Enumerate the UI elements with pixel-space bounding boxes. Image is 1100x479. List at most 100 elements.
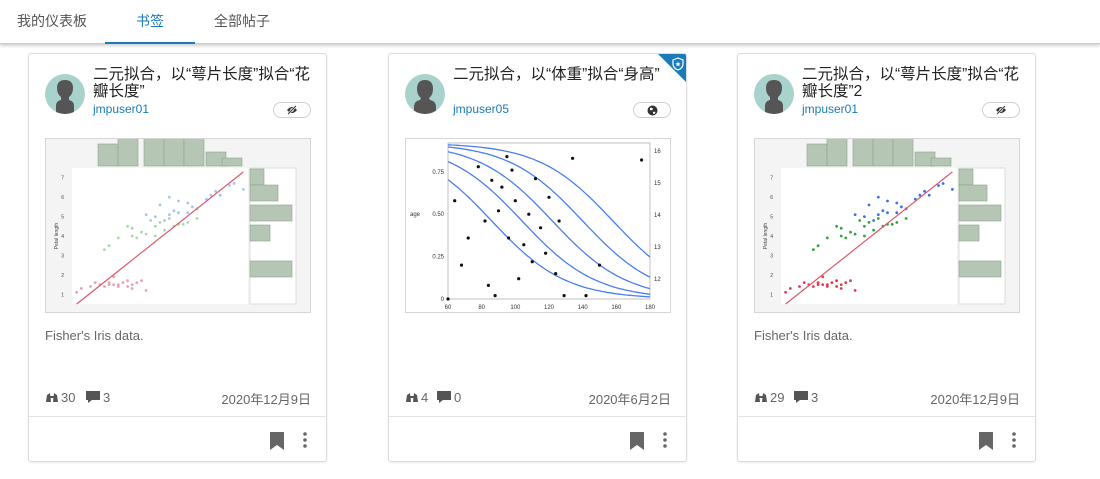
bookmark-icon[interactable]: [629, 432, 645, 450]
avatar-male[interactable]: [405, 74, 445, 114]
histogram-bar: [872, 139, 894, 167]
comments-stat: 0: [436, 389, 461, 405]
data-point: [116, 236, 120, 240]
data-point: [79, 287, 83, 290]
histogram-bar: [958, 224, 980, 242]
iris-chart-2: 1 2 3 4 5 6 7 Petal length: [755, 139, 1019, 312]
data-point: [126, 285, 129, 288]
comment-icon: [794, 391, 808, 403]
data-point: [849, 230, 852, 234]
data-point: [490, 178, 494, 182]
data-point: [195, 217, 199, 220]
data-point: [844, 236, 848, 240]
histogram-bar: [97, 143, 119, 167]
y-tick-label: 1: [61, 292, 64, 298]
data-point: [872, 228, 875, 232]
data-point: [844, 281, 848, 284]
data-point: [154, 215, 157, 218]
avatar-female[interactable]: [45, 74, 85, 114]
bookmark-icon[interactable]: [269, 432, 285, 450]
data-point: [867, 221, 871, 224]
post-author-link[interactable]: jmpuser01: [802, 102, 858, 116]
data-point: [839, 234, 843, 238]
data-point: [126, 224, 129, 228]
post-author-link[interactable]: jmpuser05: [453, 102, 509, 116]
data-point: [557, 219, 561, 223]
x-tick-label: 100: [510, 305, 521, 311]
data-point: [895, 211, 899, 215]
data-point: [130, 283, 134, 286]
post-date: 2020年12月9日: [221, 392, 311, 407]
histogram-bar: [249, 224, 271, 242]
data-point: [163, 228, 166, 232]
data-point: [825, 236, 829, 240]
data-point: [116, 285, 120, 288]
y-tick-label: 1: [770, 292, 773, 298]
data-point: [951, 188, 954, 191]
post-card[interactable]: 二元拟合，以“萼片长度”拟合“花瓣长度”2 jmpuser01 1 2 3 4 5 6 7 P…: [737, 53, 1036, 462]
data-point: [144, 213, 148, 216]
y2-tick-label: 16: [654, 149, 661, 155]
y-tick-label: 3: [770, 253, 773, 259]
y-tick-label: 2: [61, 273, 64, 279]
more-options-icon[interactable]: [660, 431, 670, 449]
y-tick-label: 3: [61, 253, 64, 259]
data-point: [154, 234, 157, 238]
more-options-icon[interactable]: [300, 431, 310, 449]
data-point: [232, 182, 236, 185]
tab-bookmarks[interactable]: 书签: [105, 0, 195, 44]
post-thumbnail[interactable]: 1 2 3 4 5 6 7 Petal length: [754, 138, 1020, 313]
data-point: [154, 224, 157, 228]
histogram-bar: [806, 143, 828, 167]
data-point: [513, 199, 517, 203]
tab-my-dashboard[interactable]: 我的仪表板: [0, 0, 104, 44]
histogram-bar: [958, 260, 1002, 278]
bookmark-icon[interactable]: [978, 432, 994, 450]
post-title[interactable]: 二元拟合，以“萼片长度”拟合“花瓣长度”2: [802, 66, 1026, 100]
visibility-pill: [633, 102, 671, 118]
data-point: [533, 177, 538, 181]
data-point: [93, 281, 97, 284]
more-options-icon[interactable]: [1009, 431, 1019, 449]
comments-count: 3: [811, 389, 819, 405]
data-point: [242, 188, 245, 191]
post-title[interactable]: 二元拟合，以“体重”拟合“身高”: [453, 66, 677, 83]
y-tick-label: 0.25: [432, 255, 444, 261]
data-point: [130, 234, 134, 238]
y-tick-label: 0.75: [432, 170, 444, 176]
post-thumbnail[interactable]: 1 2 3 4 5 6 7 Petal length: [45, 138, 311, 313]
histogram-bar: [958, 168, 974, 186]
data-point: [172, 209, 176, 213]
avatar-female[interactable]: [754, 74, 794, 114]
post-author-link[interactable]: jmpuser01: [93, 102, 149, 116]
data-point: [167, 195, 171, 199]
data-point: [493, 294, 497, 298]
data-point: [863, 234, 866, 238]
data-point: [500, 185, 504, 189]
x-tick-label: 180: [645, 305, 656, 311]
data-point: [904, 217, 908, 220]
histogram-bar: [826, 139, 848, 167]
featured-badge-icon: [658, 54, 686, 82]
data-point: [886, 211, 889, 215]
post-card[interactable]: 二元拟合，以“体重”拟合“身高” jmpuser05 60 80 100 120 140…: [388, 53, 687, 462]
histogram-bar: [852, 139, 874, 167]
data-point: [483, 219, 487, 223]
data-point: [872, 219, 875, 222]
eye-off-icon: [996, 105, 1006, 115]
post-card[interactable]: 二元拟合，以“萼片长度”拟合“花瓣长度” jmpuser01 1 2 3 4 5 6 7 Pe…: [28, 53, 327, 462]
binoculars-icon: [755, 393, 767, 402]
histogram-bar: [221, 157, 243, 167]
histogram-bar: [958, 184, 988, 202]
binoculars-icon: [406, 393, 418, 402]
data-point: [191, 205, 194, 209]
data-point: [927, 193, 931, 197]
post-thumbnail[interactable]: 60 80 100 120 140 160 180 0 0.25 0.50 0.75 12 13 14 15…: [405, 138, 671, 313]
tab-all-posts[interactable]: 全部帖子: [196, 0, 288, 44]
data-point: [527, 212, 531, 216]
y2-tick-label: 14: [654, 213, 661, 219]
post-title[interactable]: 二元拟合，以“萼片长度”拟合“花瓣长度”: [93, 66, 317, 100]
data-point: [886, 199, 889, 203]
data-point: [107, 244, 111, 248]
data-point: [835, 285, 838, 288]
